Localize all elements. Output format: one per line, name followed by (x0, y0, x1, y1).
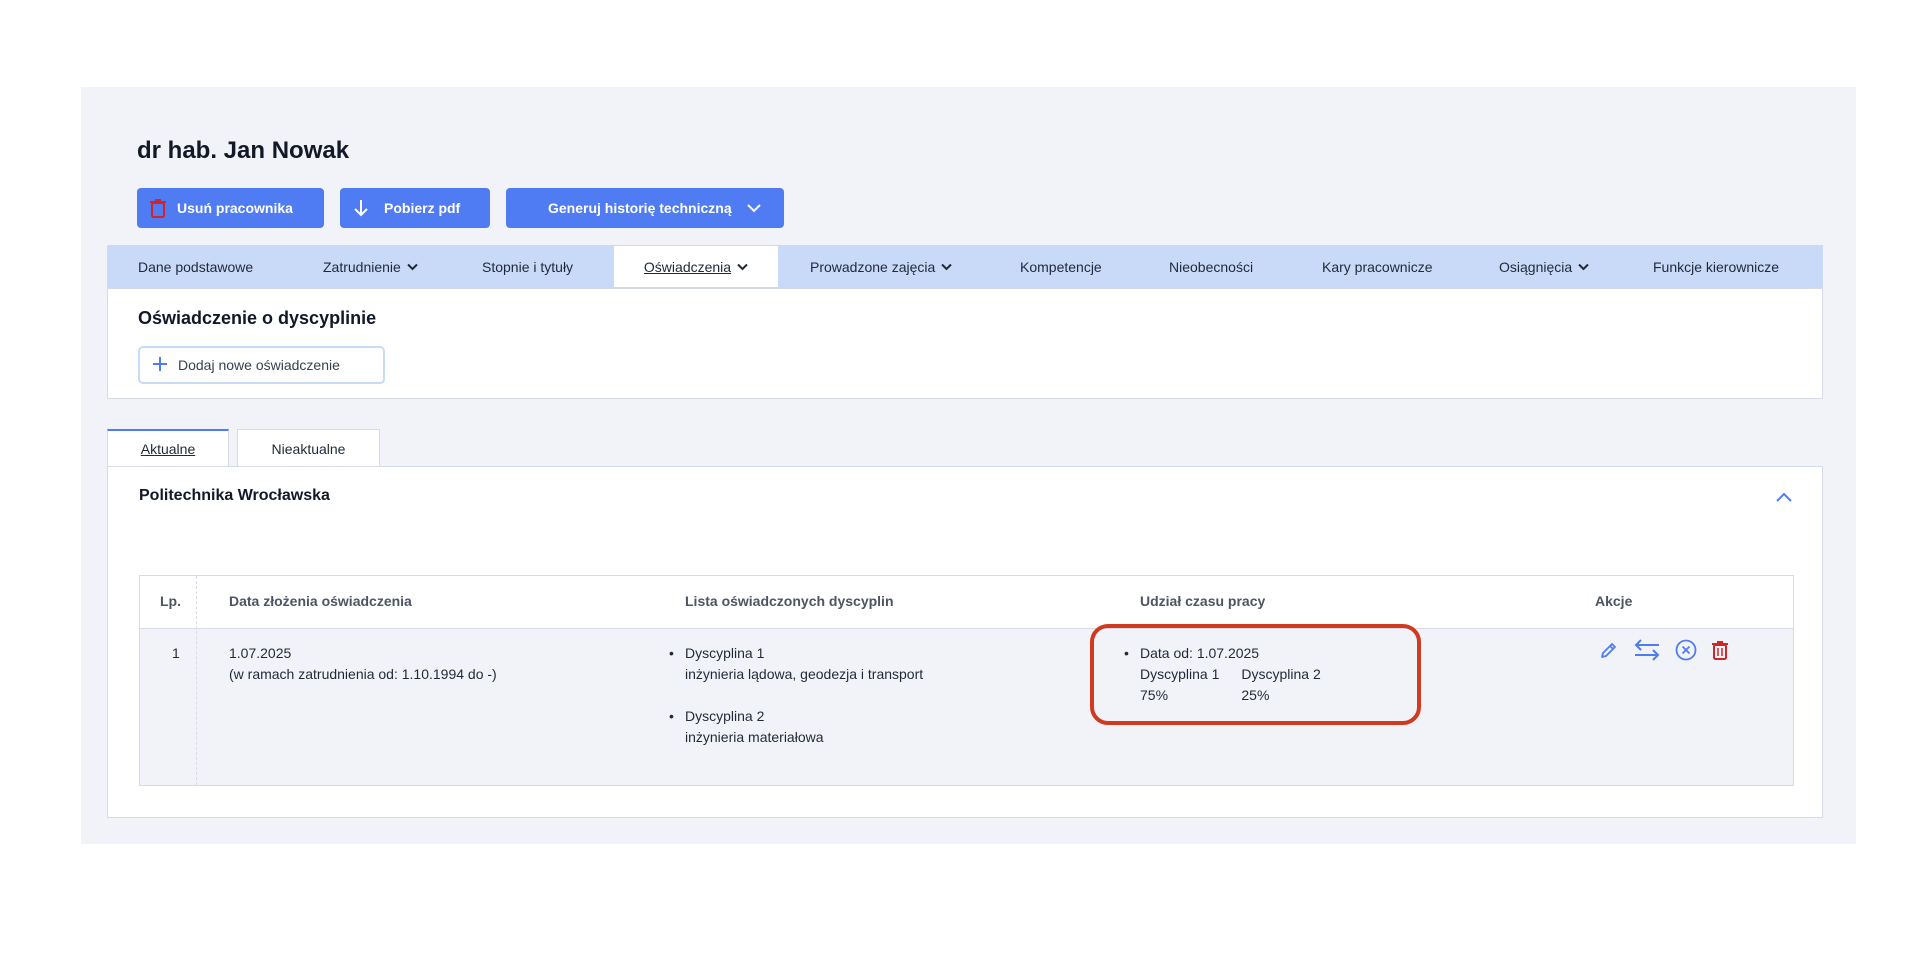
add-declaration-label: Dodaj nowe oświadczenie (178, 357, 340, 373)
column-header-lp: Lp. (160, 593, 181, 609)
pencil-icon[interactable] (1599, 640, 1619, 665)
chevron-down-icon (407, 263, 418, 270)
organization-name: Politechnika Wrocławska (139, 487, 330, 504)
list-item: Dyscyplina 2 inżynieria materiałowa (667, 706, 923, 748)
column-header-disciplines: Lista oświadczonych dyscyplin (685, 593, 894, 609)
row-number: 1 (172, 645, 180, 661)
page-title: dr hab. Jan Nowak (137, 137, 350, 164)
organization-card: Politechnika Wrocławska Lp. Data złożeni… (107, 466, 1823, 818)
circle-x-icon[interactable] (1675, 639, 1697, 666)
tab-funkcje-kierownicze[interactable]: Funkcje kierownicze (1653, 245, 1779, 288)
declaration-section: Oświadczenie o dyscyplinie Dodaj nowe oś… (107, 288, 1823, 399)
declarations-table: Lp. Data złożenia oświadczenia Lista ośw… (139, 575, 1794, 786)
tab-nieobecnosci[interactable]: Nieobecności (1169, 245, 1253, 288)
tab-zatrudnienie[interactable]: Zatrudnienie (323, 245, 418, 288)
trash-icon (149, 198, 167, 218)
swap-arrows-icon[interactable] (1633, 639, 1661, 666)
arrow-down-icon (354, 199, 368, 217)
tab-kompetencje[interactable]: Kompetencje (1020, 245, 1102, 288)
tab-dane-podstawowe[interactable]: Dane podstawowe (138, 245, 253, 288)
column-header-share: Udział czasu pracy (1140, 593, 1266, 609)
chevron-down-icon (737, 263, 748, 270)
delete-employee-button[interactable]: Usuń pracownika (137, 188, 324, 228)
download-pdf-button[interactable]: Pobierz pdf (340, 188, 490, 228)
table-header: Lp. Data złożenia oświadczenia Lista ośw… (140, 576, 1793, 629)
add-declaration-button[interactable]: Dodaj nowe oświadczenie (138, 346, 385, 384)
subtab-nieaktualne[interactable]: Nieaktualne (237, 429, 380, 467)
main-tabs: Dane podstawowe Zatrudnienie Stopnie i t… (107, 245, 1823, 288)
employment-note: (w ramach zatrudnienia od: 1.10.1994 do … (229, 666, 497, 682)
column-header-actions: Akcje (1595, 593, 1633, 609)
chevron-down-icon (1578, 263, 1589, 270)
row-actions (1599, 639, 1729, 666)
list-item: Dyscyplina 1 inżynieria lądowa, geodezja… (667, 643, 923, 685)
tab-oswiadczenia[interactable]: Oświadczenia (613, 245, 779, 288)
tab-osiagniecia[interactable]: Osiągnięcia (1499, 245, 1589, 288)
declaration-date: 1.07.2025 (w ramach zatrudnienia od: 1.1… (229, 643, 497, 685)
generate-history-label: Generuj historię techniczną (548, 200, 732, 216)
download-pdf-label: Pobierz pdf (384, 200, 461, 216)
delete-employee-label: Usuń pracownika (177, 200, 293, 216)
column-header-date: Data złożenia oświadczenia (229, 593, 412, 609)
tab-stopnie-i-tytuly[interactable]: Stopnie i tytuły (482, 245, 573, 288)
employee-panel: dr hab. Jan Nowak Usuń pracownika Pobier… (81, 87, 1856, 844)
chevron-up-icon[interactable] (1776, 489, 1792, 507)
tab-kary-pracownicze[interactable]: Kary pracownicze (1322, 245, 1433, 288)
tab-prowadzone-zajecia[interactable]: Prowadzone zajęcia (810, 245, 953, 288)
table-row: 1 1.07.2025 (w ramach zatrudnienia od: 1… (140, 629, 1793, 786)
subtab-aktualne[interactable]: Aktualne (107, 429, 229, 467)
section-heading: Oświadczenie o dyscyplinie (138, 308, 377, 328)
highlight-box (1090, 624, 1421, 725)
trash-icon[interactable] (1711, 640, 1729, 665)
generate-history-button[interactable]: Generuj historię techniczną (506, 188, 784, 228)
chevron-down-icon (941, 263, 953, 270)
chevron-down-icon[interactable] (746, 200, 762, 216)
plus-icon (152, 356, 168, 375)
disciplines-list: Dyscyplina 1 inżynieria lądowa, geodezja… (667, 643, 923, 748)
